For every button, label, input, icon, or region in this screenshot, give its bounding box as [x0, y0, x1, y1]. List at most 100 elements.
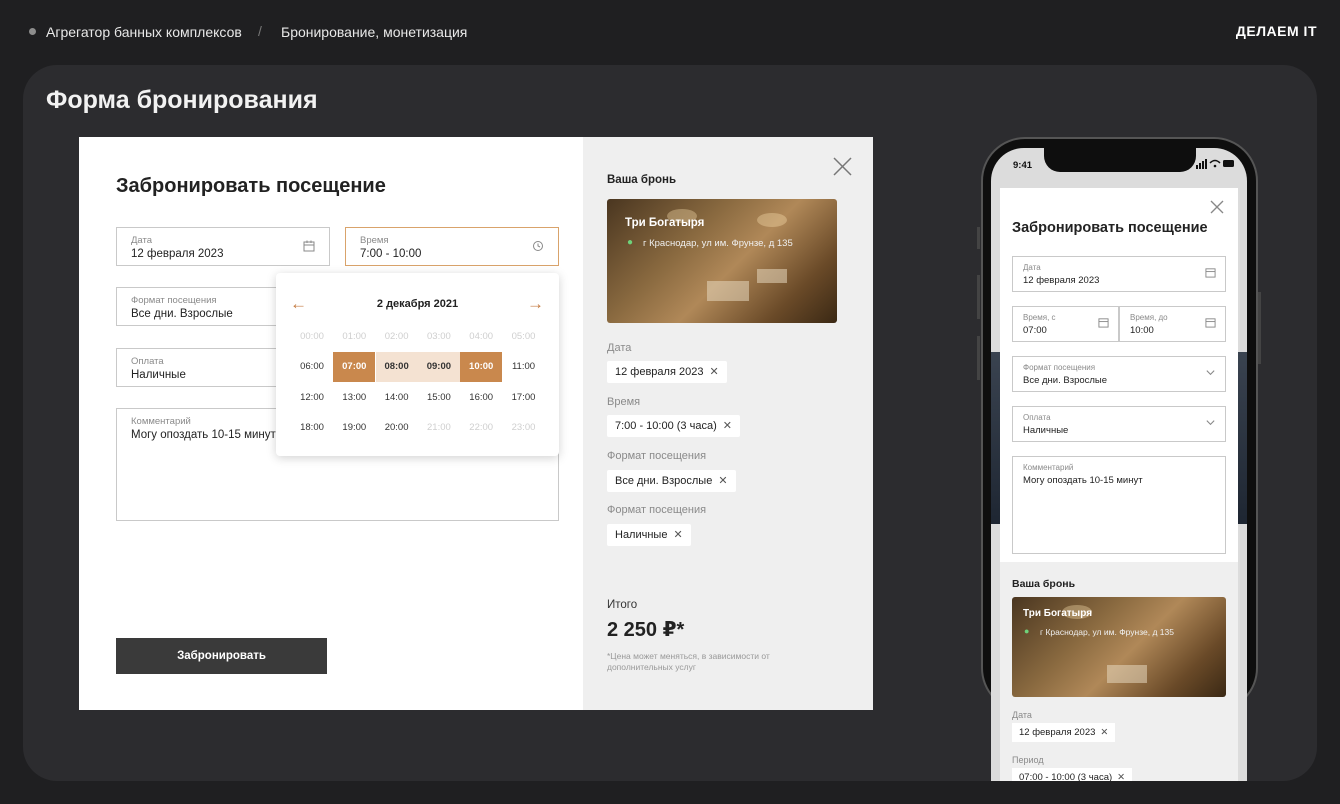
field-label: Время, до — [1130, 313, 1168, 322]
chip-text: Все дни. Взрослые — [615, 475, 713, 487]
field-value: Могу опоздать 10-15 минут — [1023, 475, 1143, 486]
field-value: Все дни. Взрослые — [1023, 375, 1108, 386]
time-slot: 00:00 — [300, 331, 324, 342]
summary-time-label: Время — [607, 396, 641, 408]
breadcrumb-item: Агрегатор банных комплексов — [46, 24, 242, 40]
summary-format-label: Формат посещения — [607, 450, 707, 462]
photo-lamp — [757, 213, 787, 227]
format-field-label: Формат посещения — [131, 295, 217, 306]
summary-date-chip: 12 февраля 2023 ✕ — [607, 361, 727, 383]
price-note: *Цена может меняться, в зависимости от д… — [607, 651, 770, 672]
time-slot[interactable]: 07:00 — [333, 352, 376, 383]
mobile-time-to-field[interactable]: Время, до 10:00 — [1119, 306, 1226, 342]
payment-field-label: Оплата — [131, 356, 164, 367]
modal-title: Забронировать посещение — [116, 175, 386, 197]
mobile-format-select[interactable]: Формат посещения Все дни. Взрослые — [1012, 356, 1226, 392]
close-icon[interactable] — [833, 157, 852, 181]
time-slot[interactable]: 20:00 — [376, 413, 418, 443]
summary-payment-label: Формат посещения — [607, 504, 707, 516]
field-value: 12 февраля 2023 — [1023, 275, 1100, 286]
calendar-icon[interactable] — [1098, 317, 1109, 331]
comment-field-value: Могу опоздать 10-15 минут — [131, 429, 276, 441]
background-photo-strip — [1238, 352, 1247, 524]
time-slot[interactable]: 19:00 — [333, 413, 375, 443]
time-slot: 01:00 — [342, 331, 367, 342]
mobile-comment-field[interactable]: Комментарий Могу опоздать 10-15 минут — [1012, 456, 1226, 554]
mobile-title: Забронировать посещение — [1012, 220, 1208, 236]
field-label: Дата — [1023, 263, 1041, 272]
time-picker-popup: ← 2 декабря 2021 → 00:00 01:00 02:00 03:00 0… — [276, 273, 559, 456]
date-field-value: 12 февраля 2023 — [131, 248, 224, 260]
remove-icon[interactable]: ✕ — [718, 475, 727, 487]
time-slot[interactable]: 12:00 — [291, 383, 333, 413]
remove-icon[interactable]: ✕ — [723, 420, 732, 432]
summary-date-label: Дата — [607, 342, 632, 354]
mobile-date-field[interactable]: Дата 12 февраля 2023 — [1012, 256, 1226, 292]
top-bar: Агрегатор банных комплексов / Бронирован… — [0, 0, 1340, 64]
calendar-icon[interactable] — [1205, 267, 1216, 281]
close-icon[interactable] — [1210, 200, 1224, 219]
phone-side-button — [1258, 292, 1261, 364]
time-slot[interactable]: 17:00 — [503, 383, 545, 413]
calendar-icon[interactable] — [1205, 317, 1216, 331]
field-value: 07:00 — [1023, 325, 1047, 336]
brand-logo: ДЕЛАЕМ IT — [1235, 23, 1317, 39]
place-address: г Краснодар, ул им. Фрунзе, д 135 — [643, 238, 793, 249]
format-field-value: Все дни. Взрослые — [131, 308, 233, 320]
clock-icon[interactable] — [532, 240, 544, 252]
comment-field-label: Комментарий — [131, 416, 191, 427]
booking-summary: Ваша бронь Три Богатыря ● г Краснодар, у… — [583, 137, 873, 710]
bullet-dot — [29, 28, 36, 35]
summary-heading: Ваша бронь — [1012, 578, 1076, 590]
time-slot[interactable]: 10:00 — [460, 352, 503, 383]
mobile-payment-select[interactable]: Оплата Наличные — [1012, 406, 1226, 442]
chip-text: Наличные — [615, 529, 668, 541]
date-field-label: Дата — [131, 235, 153, 246]
phone-notch — [1044, 148, 1196, 172]
remove-icon[interactable]: ✕ — [709, 366, 718, 378]
place-name: Три Богатыря — [625, 217, 705, 229]
remove-icon[interactable]: ✕ — [1100, 727, 1108, 738]
time-field-value: 7:00 - 10:00 — [360, 248, 422, 260]
time-slot: 02:00 — [384, 331, 409, 342]
summary-time-chip: 7:00 - 10:00 (3 часа) ✕ — [607, 415, 740, 437]
photo-bench — [757, 269, 787, 283]
submit-booking-button[interactable]: Забронировать — [116, 638, 327, 674]
time-slot[interactable]: 11:00 — [503, 352, 545, 382]
date-field[interactable]: Дата 12 февраля 2023 — [116, 227, 330, 266]
field-label: Формат посещения — [1023, 363, 1096, 372]
mobile-time-from-field[interactable]: Время, с 07:00 — [1012, 306, 1119, 342]
field-label: Время, с — [1023, 313, 1056, 322]
summary-payment-chip: Наличные ✕ — [607, 524, 691, 546]
time-slot[interactable]: 13:00 — [333, 383, 375, 413]
chevron-down-icon[interactable] — [1205, 367, 1216, 381]
phone-side-button — [977, 336, 980, 380]
time-slot[interactable]: 16:00 — [460, 383, 502, 413]
time-slot[interactable]: 06:00 — [291, 352, 333, 382]
panel-bottom-mask — [1000, 781, 1238, 804]
chevron-down-icon[interactable] — [1205, 417, 1216, 431]
place-photo: Три Богатыря ● г Краснодар, ул им. Фрунз… — [607, 199, 837, 323]
phone-side-button — [977, 275, 980, 319]
payment-field-value: Наличные — [131, 369, 186, 381]
arrow-right-icon[interactable]: → — [527, 295, 544, 312]
time-slot[interactable]: 15:00 — [418, 383, 460, 413]
time-slot[interactable]: 09:00 — [417, 352, 460, 383]
chip-text: 7:00 - 10:00 (3 часа) — [615, 420, 717, 432]
summary-date-label: Дата — [1012, 710, 1032, 720]
time-field-label: Время — [360, 235, 389, 246]
time-slot[interactable]: 08:00 — [375, 352, 418, 383]
calendar-icon[interactable] — [303, 240, 315, 252]
breadcrumb-separator: / — [258, 23, 262, 39]
time-slot: 05:00 — [511, 331, 536, 342]
mobile-booking-summary: Ваша бронь Три Богатыря ● г Краснодар, у… — [1000, 562, 1238, 792]
place-photo: Три Богатыря ● г Краснодар, ул им. Фрунз… — [1012, 597, 1226, 697]
time-field[interactable]: Время 7:00 - 10:00 — [345, 227, 559, 266]
time-slot[interactable]: 18:00 — [291, 413, 333, 443]
summary-date-chip: 12 февраля 2023 ✕ — [1012, 723, 1116, 742]
time-slot[interactable]: 14:00 — [376, 383, 418, 413]
booking-modal-desktop: Забронировать посещение Дата 12 февраля … — [79, 137, 873, 710]
summary-heading: Ваша бронь — [607, 174, 677, 186]
status-icons — [1196, 159, 1236, 171]
remove-icon[interactable]: ✕ — [673, 529, 682, 541]
